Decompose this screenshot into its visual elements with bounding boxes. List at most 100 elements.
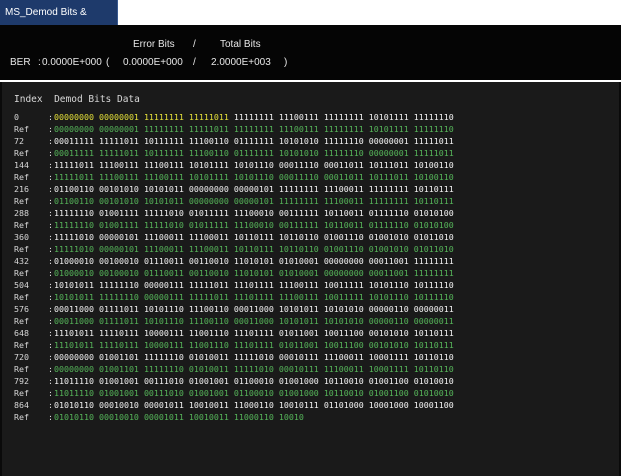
application-window: MS_Demod Bits & BER▼ Error Bits / Total … bbox=[0, 0, 621, 476]
row-index: 648 bbox=[14, 328, 29, 338]
tab-ms-demod-bits-ber[interactable]: MS_Demod Bits & BER▼ bbox=[0, 0, 118, 43]
row-separator: : bbox=[48, 244, 53, 254]
row-bits: 11101011 11110111 10000111 11001110 11101111… bbox=[54, 327, 459, 339]
reference-row: Ref:11101011 11110111 10000111 11001110 1110… bbox=[2, 339, 619, 351]
row-index: Ref bbox=[14, 196, 29, 206]
row-bits: 01000010 00100010 01110011 00110010 11010101… bbox=[54, 255, 459, 267]
row-separator: : bbox=[48, 160, 53, 170]
bit-byte: 01000010 bbox=[54, 268, 94, 278]
row-index: Ref bbox=[14, 172, 29, 182]
bit-byte: 01111111 bbox=[233, 148, 274, 158]
bit-byte: 11111110 bbox=[54, 220, 94, 230]
row-bits: 00011111 11111011 10111111 11100110 01111111… bbox=[54, 147, 459, 159]
bit-byte: 01111110 bbox=[368, 220, 409, 230]
bit-byte: 00011000 bbox=[233, 304, 274, 314]
bit-byte: 11111111 bbox=[233, 112, 274, 122]
bit-byte: 11100011 bbox=[323, 352, 364, 362]
bit-byte: 01001001 bbox=[188, 376, 229, 386]
bit-byte: 11001110 bbox=[188, 340, 229, 350]
bit-byte: 11010101 bbox=[233, 256, 274, 266]
bit-byte: 00011011 bbox=[323, 160, 364, 170]
bit-byte: 11111111 bbox=[413, 268, 454, 278]
bit-byte: 00101010 bbox=[368, 340, 409, 350]
bit-byte: 01110011 bbox=[143, 256, 184, 266]
bit-byte: 11111011 bbox=[188, 292, 229, 302]
total-bits-value: 2.0000E+003 bbox=[211, 57, 271, 68]
bit-byte: 11100011 bbox=[188, 244, 229, 254]
bit-byte: 00011110 bbox=[278, 172, 319, 182]
bit-byte: 10101011 bbox=[54, 280, 94, 290]
bit-byte: 01111011 bbox=[98, 304, 139, 314]
bit-byte: 11111011 bbox=[98, 148, 139, 158]
row-index: Ref bbox=[14, 220, 29, 230]
bit-byte: 00000000 bbox=[188, 196, 229, 206]
row-index: 864 bbox=[14, 400, 29, 410]
bit-byte: 01111111 bbox=[233, 136, 274, 146]
bit-byte: 00010111 bbox=[278, 352, 319, 362]
bit-byte: 00111111 bbox=[278, 220, 319, 230]
bit-byte: 00000000 bbox=[54, 364, 94, 374]
bit-byte: 11111011 bbox=[54, 172, 94, 182]
bit-byte: 10110110 bbox=[413, 364, 454, 374]
bit-byte: 10000111 bbox=[143, 340, 184, 350]
bit-byte: 11111110 bbox=[143, 352, 184, 362]
bit-byte: 11111011 bbox=[98, 136, 139, 146]
bit-byte: 10111111 bbox=[143, 148, 184, 158]
bit-byte: 10101010 bbox=[278, 136, 319, 146]
row-index: 720 bbox=[14, 352, 29, 362]
row-separator: : bbox=[48, 148, 53, 158]
bit-byte: 11010101 bbox=[233, 268, 274, 278]
reference-row: Ref:00011000 01111011 10101110 11100110 0001… bbox=[2, 315, 619, 327]
bit-byte: 11101111 bbox=[233, 292, 274, 302]
bit-byte: 10101010 bbox=[323, 316, 364, 326]
bit-byte: 10101011 bbox=[278, 316, 319, 326]
bit-byte: 11111010 bbox=[233, 364, 274, 374]
bit-byte: 00011011 bbox=[323, 172, 364, 182]
row-bits: 11111010 00000101 11100011 11100011 10110111… bbox=[54, 231, 459, 243]
bit-byte: 10001111 bbox=[368, 364, 409, 374]
bit-byte: 11100011 bbox=[323, 196, 364, 206]
error-bits-value: 0.0000E+000 bbox=[123, 57, 183, 68]
bit-byte: 11100011 bbox=[323, 364, 364, 374]
index-header: Index bbox=[14, 94, 43, 105]
data-row: 576:00011000 01111011 10101110 11100110 0001… bbox=[2, 303, 619, 315]
reference-row: Ref:01010110 00010010 00001011 10010011 1100… bbox=[2, 411, 619, 423]
bit-byte: 00011111 bbox=[54, 148, 94, 158]
ber-value-row: BER : 0.0000E+000 ( 0.0000E+000 / 2.0000… bbox=[0, 57, 621, 71]
row-bits: 01010110 00010010 00001011 10010011 11000110… bbox=[54, 411, 309, 423]
bit-byte: 01001010 bbox=[368, 232, 409, 242]
bit-byte: 10111110 bbox=[413, 292, 454, 302]
bit-byte: 00011000 bbox=[233, 316, 274, 326]
bit-byte: 10110111 bbox=[233, 244, 274, 254]
row-index: 792 bbox=[14, 376, 29, 386]
bit-byte: 10111011 bbox=[368, 160, 409, 170]
bit-byte: 01101000 bbox=[323, 400, 364, 410]
bit-byte: 00110010 bbox=[188, 256, 229, 266]
bit-byte: 10110110 bbox=[278, 244, 319, 254]
bit-byte: 11111010 bbox=[54, 244, 94, 254]
row-bits: 00011000 01111011 10101110 11100110 00011000… bbox=[54, 303, 459, 315]
bit-byte: 11100111 bbox=[278, 280, 319, 290]
bit-byte: 11100011 bbox=[188, 232, 229, 242]
bit-byte: 00000110 bbox=[368, 304, 409, 314]
bit-byte: 10110110 bbox=[278, 232, 319, 242]
bit-byte: 11101111 bbox=[233, 328, 274, 338]
bit-byte: 10010011 bbox=[188, 412, 229, 422]
bit-byte: 11111110 bbox=[98, 280, 139, 290]
row-bits: 01010110 00010010 00001011 10010011 11000110… bbox=[54, 399, 459, 411]
bit-byte: 10101110 bbox=[233, 172, 274, 182]
bit-byte: 11100010 bbox=[233, 208, 274, 218]
bit-byte: 10111011 bbox=[368, 172, 409, 182]
bit-byte: 10100110 bbox=[413, 160, 454, 170]
bit-byte: 01001110 bbox=[323, 244, 364, 254]
row-separator: : bbox=[48, 316, 53, 326]
bit-byte: 10101011 bbox=[278, 304, 319, 314]
bit-byte: 11111110 bbox=[98, 292, 139, 302]
bit-byte: 00001011 bbox=[143, 412, 184, 422]
demod-bits-data-panel[interactable]: Index Demod Bits Data 0:00000000 00000001… bbox=[2, 82, 619, 476]
header-slash: / bbox=[193, 39, 196, 50]
bit-byte: 01001111 bbox=[98, 220, 139, 230]
bit-byte: 11101011 bbox=[54, 340, 94, 350]
row-separator: : bbox=[48, 364, 53, 374]
reference-row: Ref:00000000 00000001 11111111 11111011 1111… bbox=[2, 123, 619, 135]
